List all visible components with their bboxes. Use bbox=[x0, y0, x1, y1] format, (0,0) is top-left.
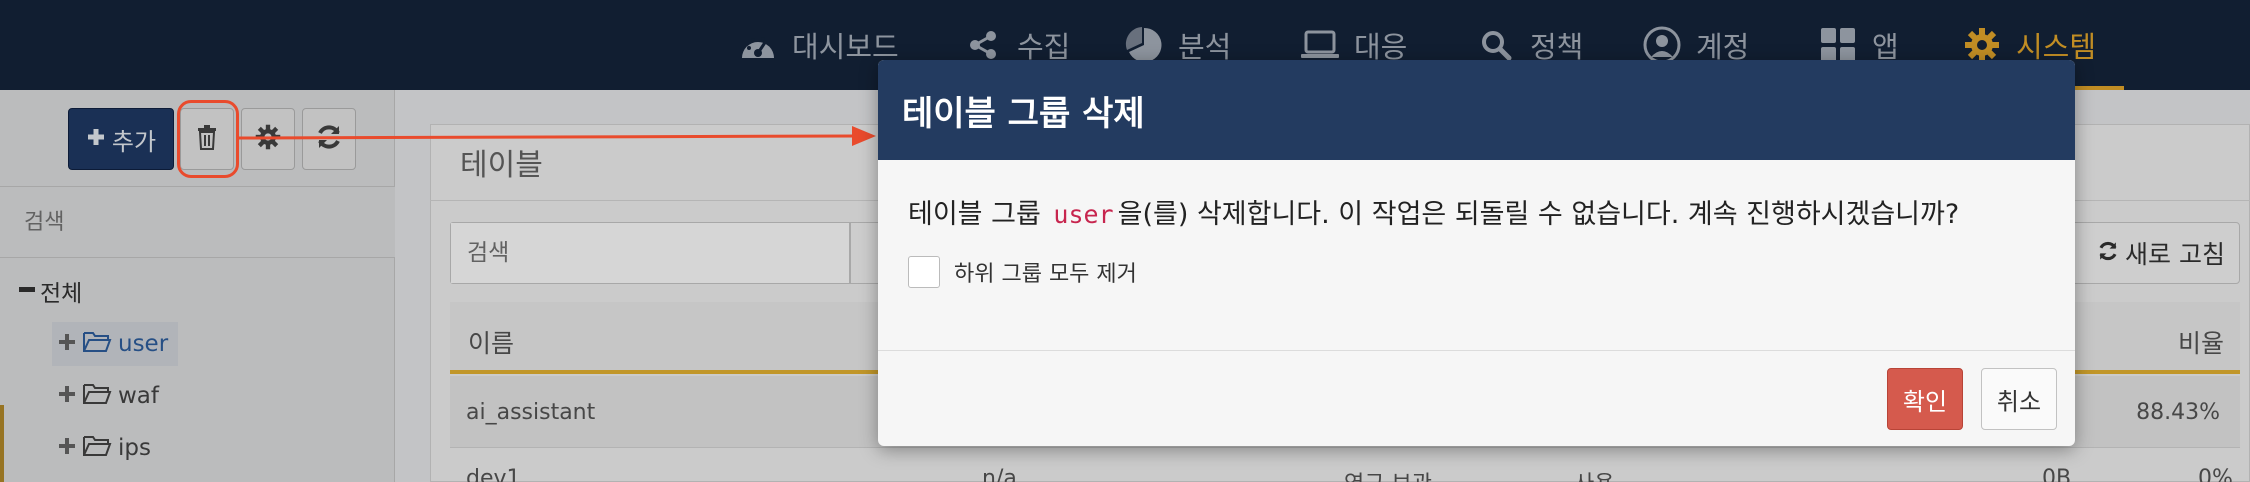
dialog-title: 테이블 그룹 삭제 bbox=[902, 94, 1145, 134]
message-suffix: 을(를) 삭제합니다. 이 작업은 되돌릴 수 없습니다. 계속 진행하시겠습니… bbox=[1117, 199, 1960, 230]
cancel-button[interactable]: 취소 bbox=[1981, 368, 2057, 430]
remove-subgroups-label: 하위 그룹 모두 제거 bbox=[954, 262, 1137, 287]
dialog-header: 테이블 그룹 삭제 bbox=[878, 60, 2075, 160]
dialog-footer-divider bbox=[878, 350, 2075, 351]
group-name: user bbox=[1053, 200, 1114, 229]
dialog-message: 테이블 그룹 user 을(를) 삭제합니다. 이 작업은 되돌릴 수 없습니다.… bbox=[908, 192, 1959, 231]
confirm-button[interactable]: 확인 bbox=[1887, 368, 1963, 430]
delete-group-dialog: 테이블 그룹 삭제 테이블 그룹 user 을(를) 삭제합니다. 이 작업은 되… bbox=[878, 60, 2075, 446]
remove-subgroups-checkbox[interactable] bbox=[908, 256, 940, 288]
message-prefix: 테이블 그룹 bbox=[908, 199, 1041, 230]
remove-subgroups-option[interactable]: 하위 그룹 모두 제거 bbox=[908, 256, 1137, 288]
